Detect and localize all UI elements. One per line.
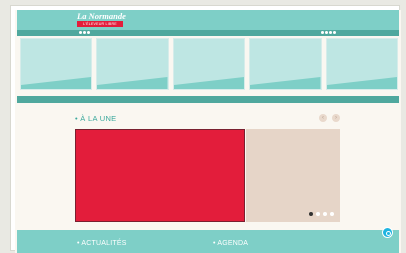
logo-tagline: L'ÉLEVEUR LIBRE — [77, 21, 123, 27]
category-thumbnail[interactable] — [172, 38, 246, 90]
nav-link-news[interactable]: • ACTUALITÉS — [77, 240, 127, 247]
bottom-nav: • ACTUALITÉS • AGENDA — [17, 230, 399, 253]
social-icon[interactable] — [325, 31, 328, 34]
featured-slide-side[interactable] — [246, 129, 340, 222]
header-subbar — [17, 30, 399, 36]
social-icon[interactable] — [321, 31, 324, 34]
pager-dot[interactable] — [309, 212, 313, 216]
header-icons-left[interactable] — [79, 31, 90, 34]
chevron-left-icon[interactable]: ‹ — [319, 114, 327, 122]
thumbnail-wave — [250, 77, 321, 89]
chat-icon[interactable] — [382, 227, 393, 238]
section-divider — [17, 96, 399, 103]
section-title: • À LA UNE — [75, 114, 117, 123]
thumbnail-wave — [21, 77, 92, 89]
featured-slide[interactable] — [75, 129, 245, 222]
social-icon[interactable] — [87, 31, 90, 34]
category-thumbnail[interactable] — [325, 38, 399, 90]
pager-dot[interactable] — [330, 212, 334, 216]
pager-dot[interactable] — [316, 212, 320, 216]
pager-dot[interactable] — [323, 212, 327, 216]
nav-link-agenda[interactable]: • AGENDA — [213, 240, 248, 247]
category-thumbnail[interactable] — [249, 38, 322, 90]
site-header: La Normande L'ÉLEVEUR LIBRE — [17, 10, 399, 30]
category-thumbnail[interactable] — [20, 38, 93, 90]
page: La Normande L'ÉLEVEUR LIBRE • À LA UNE ‹… — [15, 10, 401, 253]
thumbnail-wave — [326, 77, 398, 89]
header-icons-right[interactable] — [321, 31, 336, 34]
carousel-pager — [309, 212, 334, 216]
category-thumbnail[interactable] — [96, 38, 169, 90]
thumbnail-wave — [97, 77, 168, 89]
social-icon[interactable] — [333, 31, 336, 34]
chevron-right-icon[interactable]: › — [332, 114, 340, 122]
social-icon[interactable] — [329, 31, 332, 34]
category-thumbnails — [20, 38, 399, 90]
social-icon[interactable] — [79, 31, 82, 34]
social-icon[interactable] — [83, 31, 86, 34]
logo[interactable]: La Normande — [77, 12, 126, 21]
thumbnail-wave — [173, 77, 245, 89]
